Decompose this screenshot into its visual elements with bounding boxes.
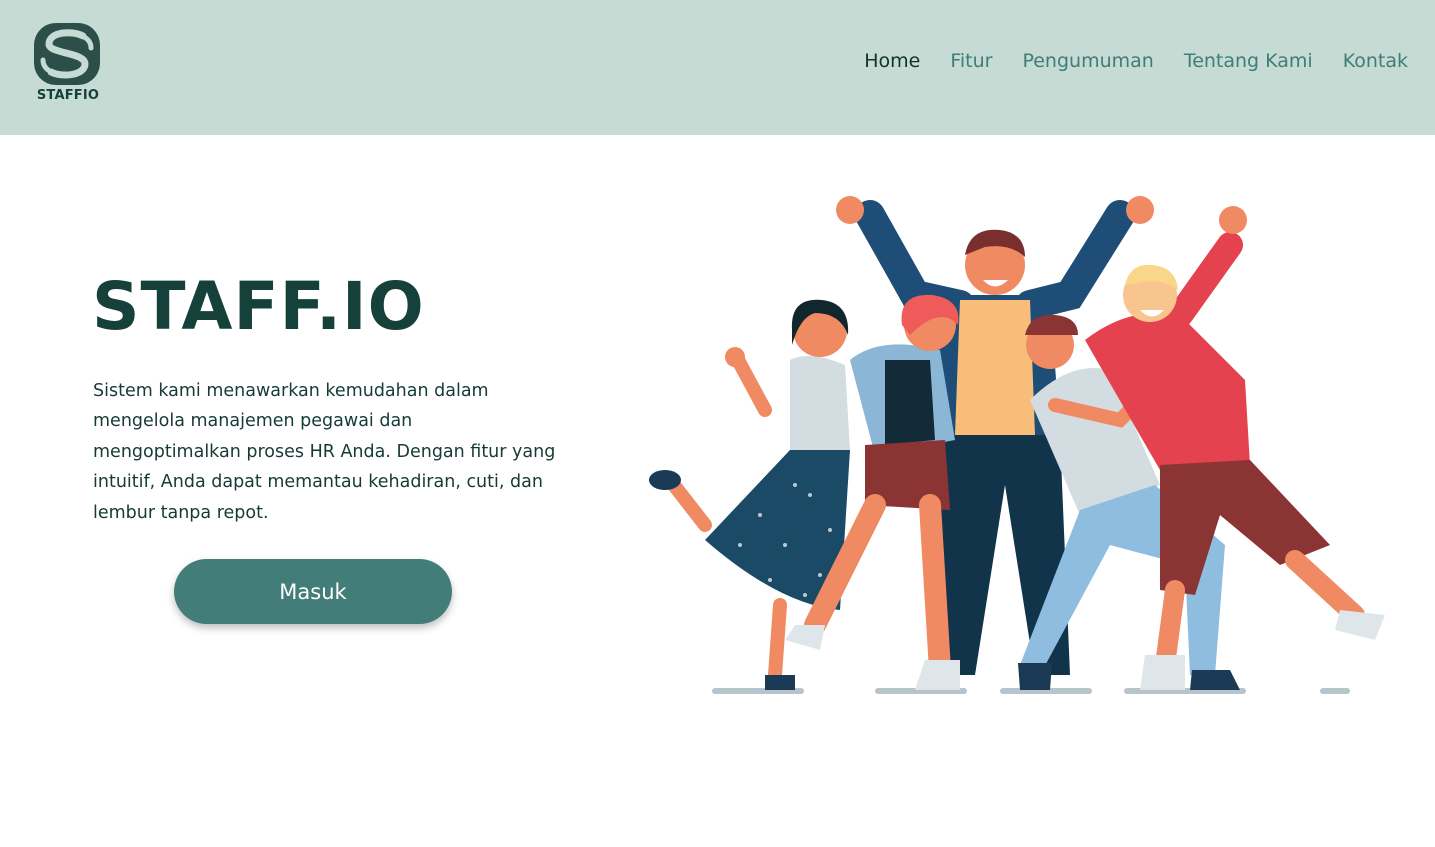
site-header: STAFFIO Home Fitur Pengumuman Tentang Ka… xyxy=(0,0,1435,135)
hero-description: Sistem kami menawarkan kemudahan dalam m… xyxy=(93,381,556,523)
brand-name: STAFFIO xyxy=(36,88,100,103)
nav-pengumuman[interactable]: Pengumuman xyxy=(1022,50,1153,72)
staffio-s-logo-icon xyxy=(34,23,100,85)
login-button[interactable]: Masuk xyxy=(174,559,452,624)
nav-fitur[interactable]: Fitur xyxy=(950,50,992,72)
nav-tentang-kami[interactable]: Tentang Kami xyxy=(1184,50,1313,72)
brand-logo[interactable]: STAFFIO xyxy=(30,22,106,110)
hero-title: STAFF.IO xyxy=(92,268,425,345)
happy-team-illustration xyxy=(649,196,1385,694)
main-nav: Home Fitur Pengumuman Tentang Kami Konta… xyxy=(864,50,1408,72)
nav-kontak[interactable]: Kontak xyxy=(1343,50,1408,72)
nav-home[interactable]: Home xyxy=(864,50,920,72)
